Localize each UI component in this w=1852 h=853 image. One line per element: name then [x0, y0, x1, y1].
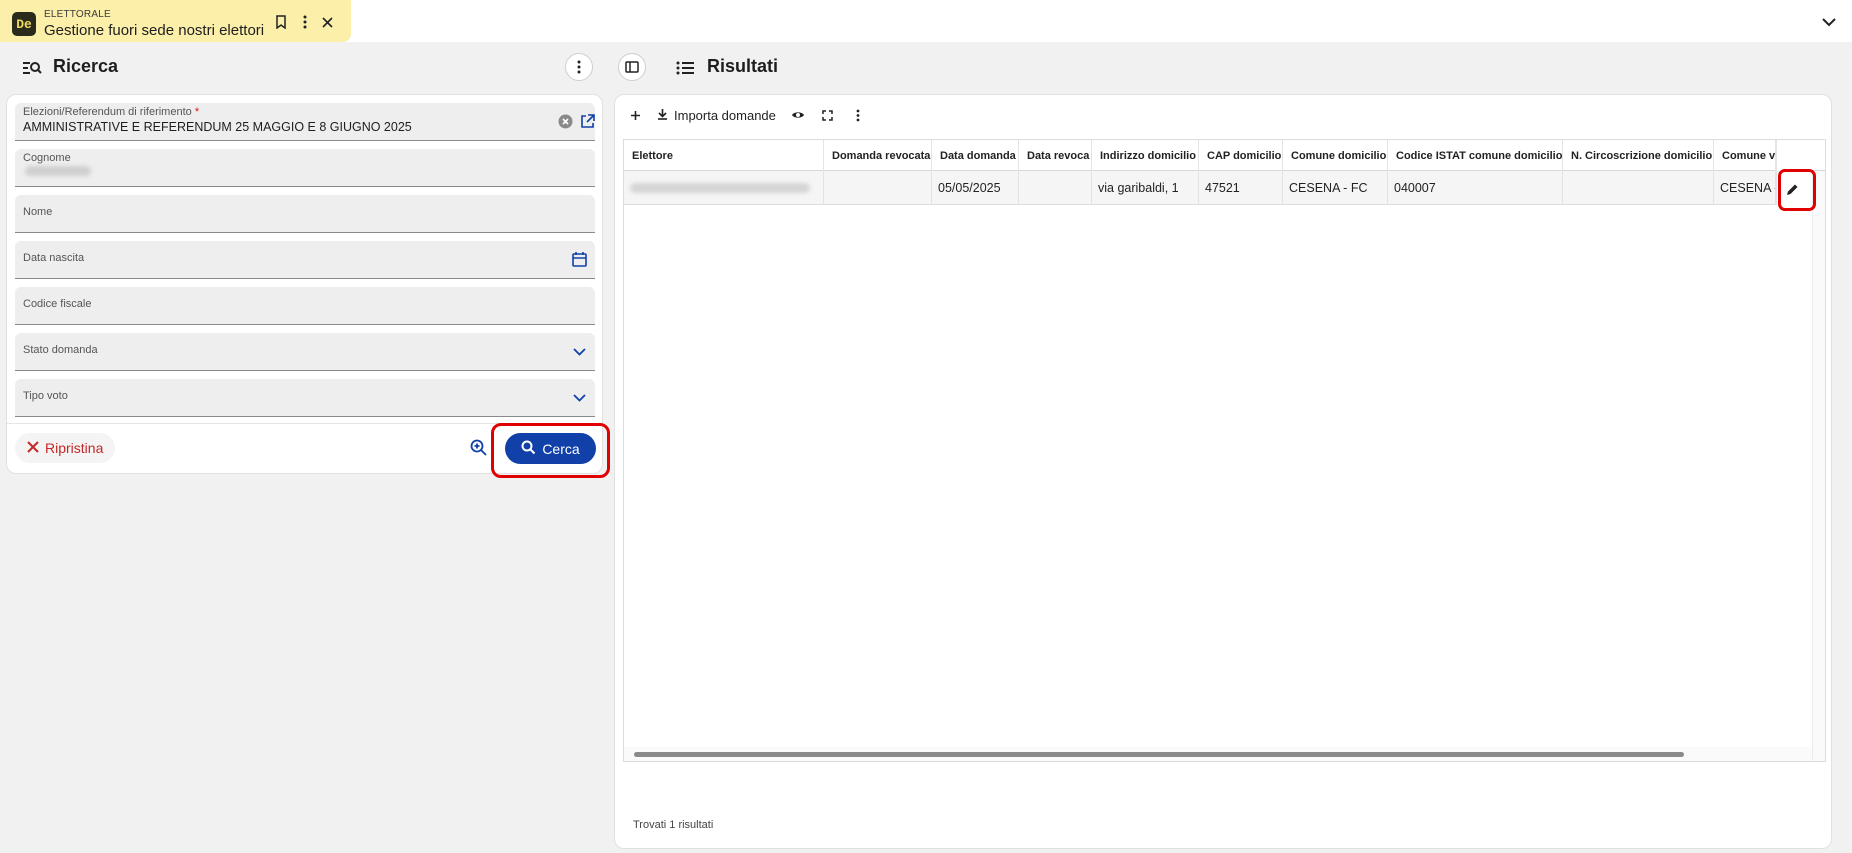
election-value: AMMINISTRATIVE E REFERENDUM 25 MAGGIO E …	[23, 120, 412, 134]
grid-header: Elettore Domanda revocata Data domanda D…	[624, 140, 1825, 171]
horizontal-scrollbar[interactable]	[624, 747, 1812, 761]
district-cell	[1563, 171, 1714, 205]
column-header[interactable]: CAP domicilio	[1199, 140, 1283, 171]
cap-cell: 47521	[1199, 171, 1283, 205]
vertical-scrollbar[interactable]	[1812, 171, 1825, 761]
election-field[interactable]: Elezioni/Referendum di riferimento * AMM…	[15, 103, 595, 141]
more-icon[interactable]	[846, 103, 870, 127]
results-count: Trovati 1 risultati	[633, 819, 714, 831]
chevron-down-icon[interactable]	[1820, 13, 1838, 31]
status-select[interactable]: Stato domanda	[15, 333, 595, 371]
column-header[interactable]: Codice ISTAT comune domicilio	[1388, 140, 1563, 171]
surname-value-redacted	[25, 166, 91, 176]
edit-row-button[interactable]	[1779, 177, 1805, 201]
search-panel-header: Ricerca	[12, 50, 602, 86]
tab-module-name: ELETTORALE	[44, 9, 111, 20]
tax-code-field[interactable]: Codice fiscale	[15, 287, 595, 325]
add-button[interactable]	[623, 103, 647, 127]
search-panel-menu-button[interactable]	[565, 53, 593, 81]
download-icon	[657, 108, 668, 123]
chevron-down-icon[interactable]	[571, 390, 587, 406]
name-label: Nome	[23, 206, 53, 218]
surname-label: Cognome	[23, 152, 71, 164]
fullscreen-icon[interactable]	[816, 103, 840, 127]
search-list-icon	[22, 59, 42, 77]
tab-text: ELETTORALE Gestione fuori sede nostri el…	[44, 9, 264, 40]
vote-type-label: Tipo voto	[23, 390, 68, 402]
app-logo: De	[12, 12, 36, 36]
tax-code-label: Codice fiscale	[23, 298, 92, 310]
surname-field[interactable]: Cognome	[15, 149, 595, 187]
column-header[interactable]: Domanda revocata	[824, 140, 932, 171]
voter-name-redacted	[630, 183, 810, 193]
calendar-icon[interactable]	[571, 251, 587, 267]
results-toolbar: Importa domande	[623, 103, 876, 127]
scrollbar-thumb[interactable]	[634, 752, 1684, 757]
vote-type-select[interactable]: Tipo voto	[15, 379, 595, 417]
top-tab-bar: De ELETTORALE Gestione fuori sede nostri…	[0, 0, 1852, 42]
birth-date-field[interactable]: Data nascita	[15, 241, 595, 279]
search-form-footer: Ripristina Cerca	[7, 423, 602, 473]
toggle-sidebar-button[interactable]	[618, 53, 646, 81]
zoom-in-icon[interactable]	[469, 438, 489, 458]
list-icon	[676, 61, 694, 80]
name-field[interactable]: Nome	[15, 195, 595, 233]
tab-title: Gestione fuori sede nostri elettori	[44, 22, 265, 39]
tab-more-icon[interactable]	[297, 14, 313, 30]
voting-municipality-cell: CESENA -	[1714, 171, 1776, 205]
reset-button-label: Ripristina	[45, 440, 104, 456]
bookmark-icon[interactable]	[273, 14, 289, 30]
results-grid: Elettore Domanda revocata Data domanda D…	[623, 139, 1826, 762]
municipality-cell: CESENA - FC	[1283, 171, 1388, 205]
reset-button[interactable]: Ripristina	[15, 433, 116, 463]
column-header[interactable]: Comune v	[1714, 140, 1776, 171]
results-panel-header: Risultati	[618, 50, 1838, 86]
import-button-label: Importa domande	[674, 107, 776, 123]
address-cell: via garibaldi, 1	[1092, 171, 1199, 205]
column-header[interactable]: Indirizzo domicilio	[1092, 140, 1199, 171]
revoked-cell	[824, 171, 932, 205]
request-date-cell: 05/05/2025	[932, 171, 1019, 205]
table-row[interactable]: 05/05/2025 via garibaldi, 1 47521 CESENA…	[624, 171, 1825, 205]
column-header[interactable]: Elettore	[624, 140, 824, 171]
istat-cell: 040007	[1388, 171, 1563, 205]
results-card: Importa domande Elettore Domanda revocat…	[614, 94, 1832, 849]
import-button[interactable]: Importa domande	[653, 103, 780, 127]
app-tab[interactable]: De ELETTORALE Gestione fuori sede nostri…	[0, 0, 351, 42]
birth-date-label: Data nascita	[23, 252, 85, 264]
eye-icon[interactable]	[786, 103, 810, 127]
search-form: Elezioni/Referendum di riferimento * AMM…	[6, 94, 603, 474]
clear-icon[interactable]	[557, 113, 573, 129]
search-button[interactable]: Cerca	[505, 433, 596, 464]
open-external-icon[interactable]	[579, 113, 595, 129]
revoke-date-cell	[1019, 171, 1092, 205]
results-panel-title: Risultati	[707, 56, 779, 76]
search-icon	[521, 440, 536, 458]
election-label: Elezioni/Referendum di riferimento *	[23, 106, 200, 118]
column-header[interactable]: N. Circoscrizione domicilio	[1563, 140, 1714, 171]
voter-cell	[624, 171, 824, 205]
status-label: Stato domanda	[23, 344, 98, 356]
close-icon	[27, 440, 39, 456]
close-tab-icon[interactable]	[319, 14, 335, 30]
column-header[interactable]: Data domanda	[932, 140, 1019, 171]
column-header[interactable]: Data revoca	[1019, 140, 1092, 171]
column-header[interactable]: Comune domicilio	[1283, 140, 1388, 171]
chevron-down-icon[interactable]	[571, 344, 587, 360]
search-panel-title: Ricerca	[53, 56, 119, 76]
search-button-label: Cerca	[542, 440, 580, 457]
